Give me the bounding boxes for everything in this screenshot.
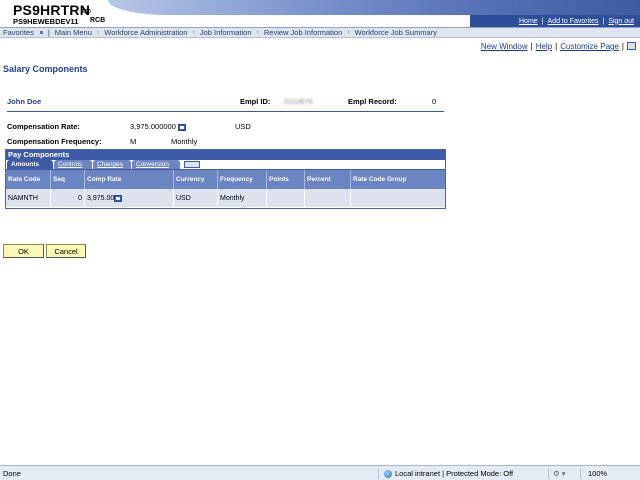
database-name: PS9HEWEBDEV11 xyxy=(13,17,79,26)
home-link[interactable]: Home xyxy=(519,18,538,25)
status-text: Done xyxy=(3,469,21,478)
empl-id-label: Empl ID: xyxy=(240,97,271,106)
grid-header: Rate Code Seq Comp Rate Currency Frequen… xyxy=(6,170,445,189)
ok-button[interactable]: OK xyxy=(3,244,44,258)
protected-mode-icon[interactable]: ⚙ ▾ xyxy=(553,469,566,478)
menu-review-job-information[interactable]: Review Job Information xyxy=(264,28,342,37)
grid-tabs: Amounts Controls Changes Conversion xyxy=(6,160,445,170)
sign-out-link[interactable]: Sign out xyxy=(608,18,634,25)
col-percent: Percent xyxy=(305,170,351,189)
header-swoosh xyxy=(108,0,640,15)
cell-points xyxy=(267,189,305,207)
chevron-right-icon: › xyxy=(96,29,100,36)
cell-rate-code-group xyxy=(351,189,445,207)
empl-record-label: Empl Record: xyxy=(348,97,397,106)
page-links: New Window | Help | Customize Page | xyxy=(480,42,624,51)
security-zone[interactable]: Local intranet | Protected Mode: Off xyxy=(384,469,513,478)
cell-rate-code: NAMNTH xyxy=(6,189,51,207)
chevron-right-icon: › xyxy=(256,29,259,36)
menu-workforce-administration[interactable]: Workforce Administration xyxy=(104,28,187,37)
menu-main-menu[interactable]: Main Menu xyxy=(55,28,92,37)
col-seq: Seq xyxy=(51,170,85,189)
cell-frequency: Monthly xyxy=(218,189,267,207)
pay-components-grid: Pay Components Amounts Controls Changes … xyxy=(5,149,446,209)
empl-record-value: 0 xyxy=(432,97,437,106)
tab-amounts[interactable]: Amounts xyxy=(7,160,53,169)
cancel-button[interactable]: Cancel xyxy=(46,244,86,258)
col-comp-rate: Comp Rate xyxy=(85,170,174,189)
tab-conversion[interactable]: Conversion xyxy=(132,160,180,169)
help-link[interactable]: Help xyxy=(536,42,552,51)
comp-rate-label: Compensation Rate: xyxy=(7,122,80,131)
table-row: NAMNTH 0 3,975.00 USD Monthly xyxy=(6,189,445,207)
menu-workforce-job-summary[interactable]: Workforce Job Summary xyxy=(355,28,437,37)
menu-favorites[interactable]: Favorites xyxy=(3,28,34,37)
col-rate-code-group: Rate Code Group xyxy=(353,176,407,183)
tab-controls[interactable]: Controls xyxy=(54,160,92,169)
personalize-icon[interactable] xyxy=(627,42,636,50)
employee-name: John Doe xyxy=(7,97,42,106)
tab-changes[interactable]: Changes xyxy=(93,160,131,169)
page-title: Salary Components xyxy=(3,64,88,74)
calculator-icon[interactable] xyxy=(114,194,123,202)
chevron-right-icon: › xyxy=(347,29,350,36)
customize-page-link[interactable]: Customize Page xyxy=(560,42,619,51)
cell-seq: 0 xyxy=(51,189,85,207)
divider xyxy=(7,111,444,112)
app-title: PS9HRTRN xyxy=(13,2,91,18)
cell-comp-rate: 3,975.00 xyxy=(85,189,174,207)
comp-freq-label: Compensation Frequency: xyxy=(7,137,102,146)
dropdown-icon xyxy=(39,31,43,34)
cell-comp-rate-text: 3,975.00 xyxy=(87,194,115,202)
col-currency: Currency xyxy=(174,170,218,189)
cell-percent xyxy=(305,189,351,207)
show-all-columns-icon[interactable] xyxy=(184,161,200,168)
comp-freq-desc: Monthly xyxy=(171,137,198,146)
empl-id-value: 0110876 xyxy=(284,97,313,106)
col-frequency: Frequency xyxy=(218,170,267,189)
breadcrumb: Favorites | Main Menu › Workforce Admini… xyxy=(0,27,640,38)
user-id: RCB xyxy=(90,17,106,24)
chevron-right-icon: › xyxy=(192,29,195,36)
header-links: Home | Add to Favorites | Sign out xyxy=(470,15,640,27)
comp-rate-currency: USD xyxy=(235,122,251,131)
status-bar: Done Local intranet | Protected Mode: Of… xyxy=(0,465,640,480)
menu-job-information[interactable]: Job Information xyxy=(200,28,252,37)
comp-rate-text: 3,975.000000 xyxy=(130,122,176,131)
header-banner: PS9HRTRN 8.50 PS9HEWEBDEV11 RCB Home | A… xyxy=(0,0,640,28)
comp-rate-value: 3,975.000000 xyxy=(130,122,186,131)
grid-title: Pay Components xyxy=(6,150,445,160)
new-window-link[interactable]: New Window xyxy=(481,42,528,51)
calculator-icon[interactable] xyxy=(177,123,186,131)
col-points: Points xyxy=(267,170,305,189)
app-version: 8.50 xyxy=(81,9,91,15)
col-rate-code: Rate Code xyxy=(6,170,51,189)
add-to-favorites-link[interactable]: Add to Favorites xyxy=(548,18,599,25)
zoom-level[interactable]: 100% xyxy=(588,469,607,478)
cell-currency: USD xyxy=(174,189,218,207)
comp-freq-code: M xyxy=(130,137,137,146)
